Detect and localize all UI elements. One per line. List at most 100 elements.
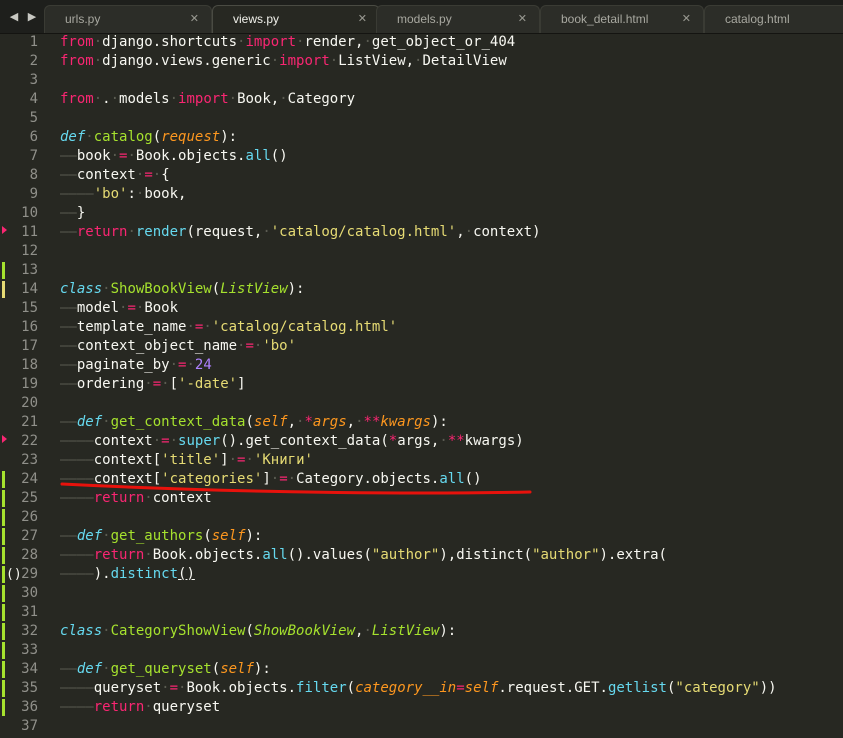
code-line[interactable]: 23 ————context['title']·=·'Книги' — [0, 451, 843, 470]
code-line[interactable]: 11 ——return·render(request,·'catalog/cata… — [0, 223, 843, 242]
code-line[interactable]: 32 class·CategoryShowView(ShowBookView,·L… — [0, 622, 843, 641]
code-token: ———— — [60, 680, 94, 696]
tab-book-detail-html[interactable]: book_detail.html ✕ — [540, 5, 704, 33]
code-line[interactable]: 19 ——ordering·=·['-date'] — [0, 375, 843, 394]
code-text[interactable]: ————context['title']·=·'Книги' — [60, 451, 313, 470]
code-text[interactable]: ——context·=·{ — [60, 166, 170, 185]
line-number: 23 — [21, 452, 38, 468]
code-line[interactable]: 13 — [0, 261, 843, 280]
code-line[interactable]: 4 from·.·models·import·Book,·Category — [0, 90, 843, 109]
code-text[interactable]: ——template_name·=·'catalog/catalog.html' — [60, 318, 397, 337]
code-line[interactable]: 2 from·django.views.generic·import·ListVi… — [0, 52, 843, 71]
code-token: self — [211, 528, 246, 544]
code-token: (request, — [186, 224, 263, 240]
code-text[interactable]: ————context·=·super().get_context_data(*… — [60, 432, 524, 451]
code-text[interactable]: ————return·queryset — [60, 698, 220, 717]
code-text[interactable]: ——def·get_authors(self): — [60, 527, 262, 546]
line-number: 33 — [21, 642, 38, 658]
code-line[interactable]: 5 — [0, 109, 843, 128]
code-line[interactable]: 9 ————'bo':·book, — [0, 185, 843, 204]
tab-label: book_detail.html — [561, 12, 649, 26]
tab-scroll-left-icon[interactable]: ◀ — [6, 0, 22, 33]
code-text[interactable]: ——context_object_name·=·'bo' — [60, 337, 296, 356]
code-text[interactable]: from·django.views.generic·import·ListVie… — [60, 52, 507, 71]
code-text[interactable]: ————return·context — [60, 489, 212, 508]
code-line[interactable]: 31 — [0, 603, 843, 622]
code-text[interactable]: ——return·render(request,·'catalog/catalo… — [60, 223, 541, 242]
tab-urls-py[interactable]: urls.py ✕ — [44, 5, 212, 33]
code-text[interactable]: from·django.shortcuts·import·render,·get… — [60, 33, 515, 52]
tab-catalog-html[interactable]: catalog.html — [704, 5, 843, 33]
close-icon[interactable]: ✕ — [358, 6, 367, 32]
code-token: ShowBookView — [110, 281, 212, 297]
code-line[interactable]: 27 ——def·get_authors(self): — [0, 527, 843, 546]
code-text[interactable]: ————queryset·=·Book.objects.filter(categ… — [60, 679, 777, 698]
code-token: · — [245, 452, 254, 468]
code-line[interactable]: 33 — [0, 641, 843, 660]
code-line[interactable]: 8 ——context·=·{ — [0, 166, 843, 185]
code-line[interactable]: 30 — [0, 584, 843, 603]
code-token: import — [178, 91, 229, 107]
code-text[interactable]: ——paginate_by·=·24 — [60, 356, 212, 375]
code-line[interactable]: 22 ————context·=·super().get_context_data… — [0, 432, 843, 451]
code-line[interactable]: 34 ——def·get_queryset(self): — [0, 660, 843, 679]
close-icon[interactable]: ✕ — [518, 6, 527, 32]
code-token: · — [439, 433, 448, 449]
code-line[interactable]: 12 — [0, 242, 843, 261]
code-editor[interactable]: 1 from·django.shortcuts·import·render,·ge… — [0, 33, 843, 738]
code-line[interactable]: 6 def·catalog(request): — [0, 128, 843, 147]
code-text[interactable]: class·CategoryShowView(ShowBookView,·Lis… — [60, 622, 456, 641]
code-line[interactable]: 15 ——model·=·Book — [0, 299, 843, 318]
code-line[interactable]: 20 — [0, 394, 843, 413]
code-text[interactable]: ——} — [60, 204, 85, 223]
code-text[interactable]: ————'bo':·book, — [60, 185, 186, 204]
code-text[interactable]: ——book·=·Book.objects.all() — [60, 147, 288, 166]
code-text[interactable]: from·.·models·import·Book,·Category — [60, 90, 355, 109]
line-number: 4 — [29, 91, 38, 107]
code-line[interactable]: 17 ——context_object_name·=·'bo' — [0, 337, 843, 356]
code-text[interactable]: ————context['categories']·=·Category.obj… — [60, 470, 482, 489]
code-token: ] — [220, 452, 229, 468]
code-text[interactable]: ————return·Book.objects.all().values("au… — [60, 546, 667, 565]
code-line[interactable]: 21 ——def·get_context_data(self,·*args,·**… — [0, 413, 843, 432]
code-text[interactable]: ——ordering·=·['-date'] — [60, 375, 246, 394]
code-text[interactable]: ——def·get_queryset(self): — [60, 660, 271, 679]
code-line[interactable]: 25 ————return·context — [0, 489, 843, 508]
code-line[interactable]: 26 — [0, 508, 843, 527]
close-icon[interactable]: ✕ — [682, 6, 691, 32]
code-token: —— — [60, 167, 77, 183]
tab-models-py[interactable]: models.py ✕ — [376, 5, 540, 33]
code-line[interactable]: 3 — [0, 71, 843, 90]
code-line[interactable]: () 29 ————).distinct() — [0, 565, 843, 584]
code-token: · — [363, 623, 372, 639]
code-line[interactable]: 1 from·django.shortcuts·import·render,·ge… — [0, 33, 843, 52]
code-token: args — [312, 414, 347, 430]
close-icon[interactable]: ✕ — [190, 6, 199, 32]
line-number: 3 — [29, 72, 38, 88]
code-text[interactable]: class·ShowBookView(ListView): — [60, 280, 304, 299]
code-text[interactable]: ————).distinct() — [60, 565, 195, 584]
code-line[interactable]: 36 ————return·queryset — [0, 698, 843, 717]
code-token: return — [93, 699, 145, 715]
code-token: book, — [144, 186, 187, 202]
tab-scroll-right-icon[interactable]: ▶ — [24, 0, 40, 33]
code-text[interactable]: def·catalog(request): — [60, 128, 237, 147]
code-line[interactable]: 14 class·ShowBookView(ListView): — [0, 280, 843, 299]
line-number: 2 — [29, 53, 38, 69]
code-line[interactable]: 16 ——template_name·=·'catalog/catalog.htm… — [0, 318, 843, 337]
code-line[interactable]: 10 ——} — [0, 204, 843, 223]
code-line[interactable]: 28 ————return·Book.objects.all().values("… — [0, 546, 843, 565]
code-line[interactable]: 18 ——paginate_by·=·24 — [0, 356, 843, 375]
line-number: 29 — [21, 566, 38, 582]
code-line[interactable]: 37 — [0, 717, 843, 736]
code-text[interactable]: ——model·=·Book — [60, 299, 178, 318]
tab-views-py[interactable]: views.py ✕ — [212, 5, 380, 33]
code-token: · — [363, 34, 372, 50]
line-number: 18 — [21, 357, 38, 373]
code-line[interactable]: 24 ————context['categories']·=·Category.o… — [0, 470, 843, 489]
code-line[interactable]: 35 ————queryset·=·Book.objects.filter(cat… — [0, 679, 843, 698]
code-text[interactable]: ——def·get_context_data(self,·*args,·**kw… — [60, 413, 448, 432]
code-token: Book.objects. — [186, 680, 297, 696]
code-line[interactable]: 7 ——book·=·Book.objects.all() — [0, 147, 843, 166]
code-token: ). — [93, 566, 111, 582]
